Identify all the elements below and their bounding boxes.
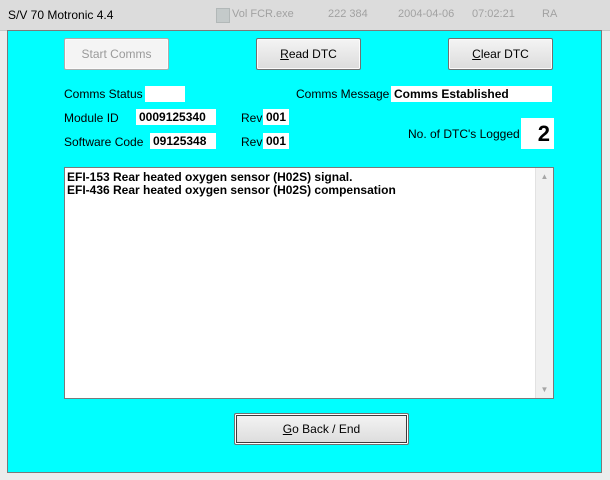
read-dtc-label: ead DTC [288,47,337,61]
read-dtc-mnemonic: R [280,47,289,61]
dtc-list-content: EFI-153 Rear heated oxygen sensor (H02S)… [67,171,535,197]
clear-dtc-button[interactable]: Clear DTC [448,38,553,70]
dtc-count-label: No. of DTC's Logged [408,127,520,141]
software-rev-field: 001 [263,133,289,149]
background-file-name: Vol FCR.exe [232,8,294,20]
comms-message-field: Comms Established [391,86,552,102]
scroll-down-arrow-icon[interactable]: ▼ [536,381,553,398]
file-icon [216,8,230,23]
module-id-field: 0009125340 [136,109,216,125]
background-file-row: Vol FCR.exe 222 384 2004-04-06 07:02:21 … [210,8,610,24]
software-code-label: Software Code [64,135,144,149]
start-comms-button[interactable]: Start Comms [64,38,169,70]
comms-status-field [145,86,185,102]
window-title: S/V 70 Motronic 4.4 [8,8,114,22]
vertical-scrollbar[interactable]: ▲ ▼ [535,168,553,398]
read-dtc-button[interactable]: Read DTC [256,38,361,70]
comms-status-label: Comms Status [64,87,143,101]
comms-message-label: Comms Message [296,87,390,101]
dtc-list-textarea[interactable]: EFI-153 Rear heated oxygen sensor (H02S)… [64,167,554,399]
background-file-date: 2004-04-06 [398,8,455,20]
software-rev-label: Rev [241,135,263,149]
module-id-label: Module ID [64,111,119,125]
software-code-field: 09125348 [150,133,216,149]
go-back-label: o Back / End [292,422,361,436]
dialog-client-area: Start Comms Read DTC Clear DTC Comms Sta… [7,30,602,473]
start-comms-label: Start Comms [81,47,152,61]
scroll-up-arrow-icon[interactable]: ▲ [536,168,553,185]
dtc-count-field: 2 [521,118,554,149]
module-rev-label: Rev [241,111,263,125]
background-file-attr: RA [542,8,558,20]
background-file-time: 07:02:21 [472,8,515,20]
clear-dtc-label: lear DTC [480,47,529,61]
title-bar: Vol FCR.exe 222 384 2004-04-06 07:02:21 … [0,0,610,31]
module-rev-field: 001 [263,109,289,125]
go-back-mnemonic: G [282,422,293,436]
background-file-size: 222 384 [328,8,368,20]
clear-dtc-mnemonic: C [472,47,481,61]
go-back-end-button[interactable]: Go Back / End [234,413,409,445]
dtc-entry: EFI-436 Rear heated oxygen sensor (H02S)… [67,183,396,197]
